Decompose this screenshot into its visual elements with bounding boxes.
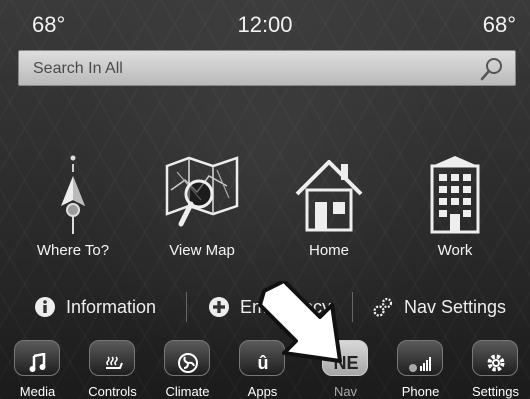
where-to-label: Where To? [36,242,110,259]
pointer-arrow-icon [258,281,342,363]
where-to-icon [61,155,85,234]
work-building-icon [430,156,480,234]
passenger-temperature[interactable]: 68° [483,12,516,38]
search-bar[interactable]: Search In All [18,50,516,86]
nav-settings-label: Nav Settings [404,296,507,317]
nav-settings-button[interactable]: Nav Settings [372,286,506,328]
search-input[interactable]: Search In All [33,60,123,78]
tab-media[interactable]: Media [0,336,75,399]
tab-label: Climate [165,384,210,399]
tab-label: Media [19,384,56,399]
tab-settings[interactable]: Settings [458,336,530,399]
fan-icon [165,345,211,381]
nav-screen: 68° 12:00 68° Search In All Where To? Vi… [0,0,530,399]
tab-phone[interactable]: Phone [383,336,458,399]
view-map-label: View Map [169,242,235,259]
clock: 12:00 [237,12,293,37]
status-bar: 68° 12:00 68° [0,0,530,46]
home-label: Home [308,242,349,259]
information-label: Information [66,296,157,317]
seat-heater-icon [90,345,136,381]
home-icon [295,160,363,232]
home-button[interactable]: Home [274,150,384,270]
tab-label: Phone [401,384,440,399]
tab-label: Nav [333,384,358,399]
tab-label: Apps [247,384,278,399]
where-to-button[interactable]: Where To? [18,150,128,270]
information-button[interactable]: Information [34,286,156,328]
tab-climate[interactable]: Climate [150,336,225,399]
divider [186,292,187,322]
gears-icon [373,297,393,317]
tab-controls[interactable]: Controls [75,336,150,399]
phone-signal-icon [398,345,444,381]
map-icon [165,156,239,227]
emergency-plus-icon [209,297,229,317]
view-map-button[interactable]: View Map [147,150,257,270]
search-icon[interactable] [479,56,505,82]
gear-icon [473,345,519,381]
work-label: Work [437,242,473,259]
tab-label: Settings [472,384,519,399]
info-icon [35,297,55,317]
tab-label: Controls [88,384,137,399]
music-note-icon [15,345,61,381]
work-button[interactable]: Work [400,150,510,270]
